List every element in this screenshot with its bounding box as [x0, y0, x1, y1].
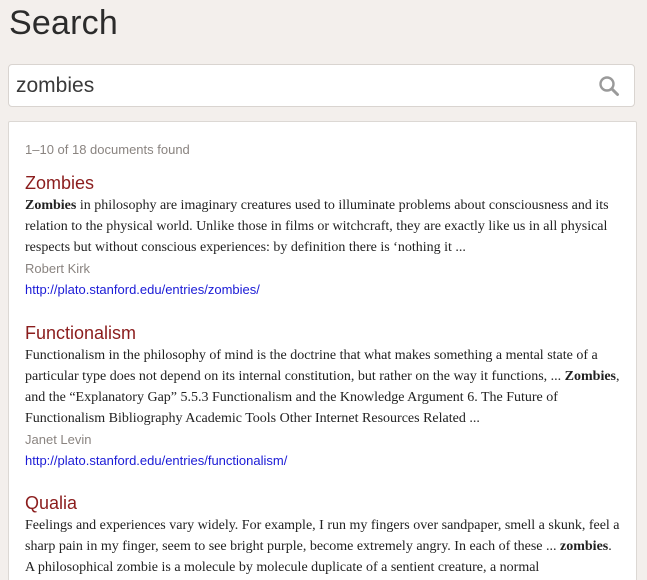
page-title: Search — [9, 4, 118, 42]
result-author: Robert Kirk — [25, 261, 91, 276]
search-icon[interactable] — [598, 75, 620, 97]
search-box — [8, 64, 635, 107]
result-snippet: Feelings and experiences vary widely. Fo… — [25, 515, 621, 578]
snippet-text: Functionalism in the philosophy of mind … — [25, 348, 598, 384]
results-count: 1–10 of 18 documents found — [25, 142, 190, 157]
result-title-link[interactable]: Qualia — [25, 492, 621, 514]
snippet-highlight: zombies — [560, 539, 609, 554]
result-url-link[interactable]: http://plato.stanford.edu/entries/functi… — [25, 450, 621, 471]
snippet-highlight: Zombies — [25, 198, 77, 213]
results-panel: 1–10 of 18 documents found Zombies Zombi… — [8, 121, 637, 580]
search-result: Qualia Feelings and experiences vary wid… — [25, 492, 621, 578]
result-author: Janet Levin — [25, 432, 92, 447]
search-result: Zombies Zombies in philosophy are imagin… — [25, 172, 621, 300]
result-snippet: Zombies in philosophy are imaginary crea… — [25, 195, 621, 258]
search-result: Functionalism Functionalism in the philo… — [25, 322, 621, 471]
result-url-link[interactable]: http://plato.stanford.edu/entries/zombie… — [25, 279, 621, 300]
result-title-link[interactable]: Zombies — [25, 172, 621, 194]
snippet-highlight: Zombies — [564, 369, 616, 384]
result-snippet: Functionalism in the philosophy of mind … — [25, 345, 621, 429]
search-input[interactable] — [9, 65, 589, 106]
snippet-text: Feelings and experiences vary widely. Fo… — [25, 518, 620, 554]
result-title-link[interactable]: Functionalism — [25, 322, 621, 344]
snippet-text: in philosophy are imaginary creatures us… — [25, 198, 609, 255]
